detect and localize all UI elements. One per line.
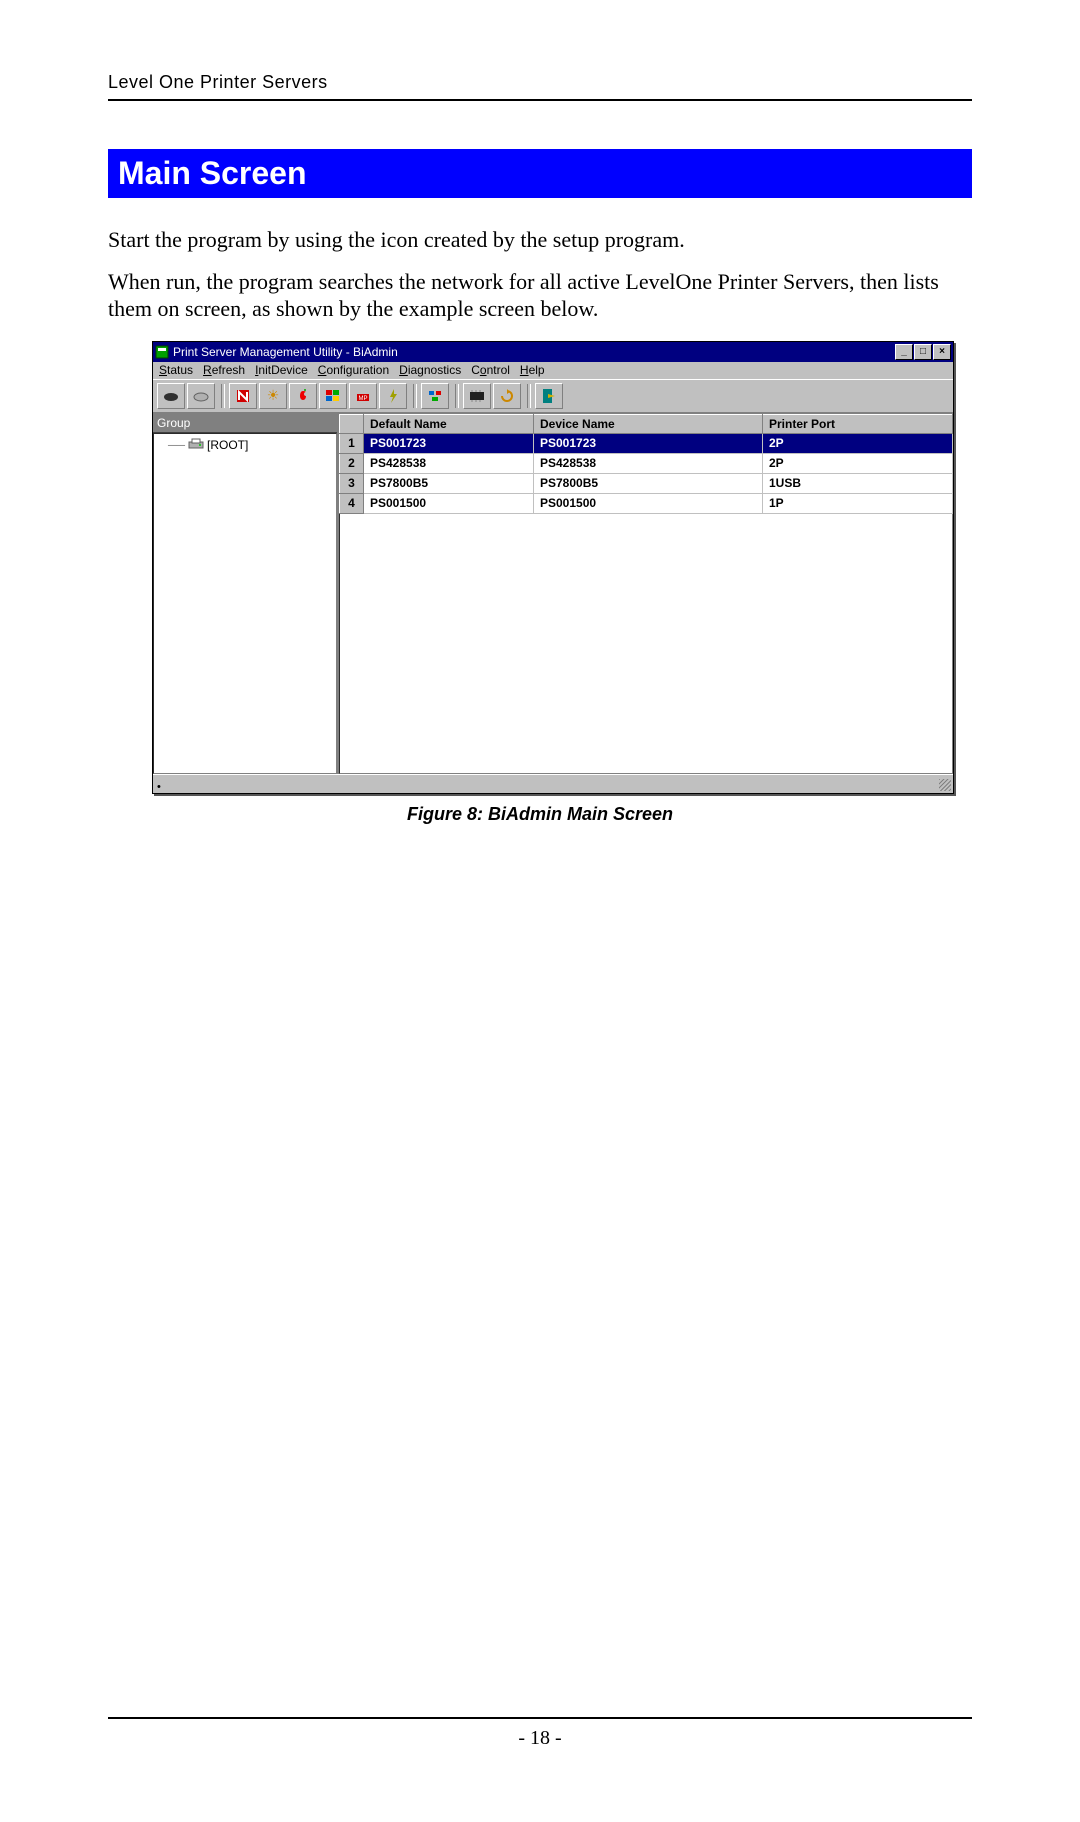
app-icon	[155, 345, 169, 359]
row-number: 4	[340, 493, 364, 513]
svg-text:MP: MP	[359, 396, 368, 402]
maximize-button[interactable]: □	[914, 344, 932, 360]
menu-refresh[interactable]: Refresh	[203, 363, 245, 377]
apple-icon[interactable]	[289, 383, 317, 409]
col-printer-port[interactable]: Printer Port	[763, 414, 953, 433]
footer-rule	[108, 1717, 972, 1719]
row-number: 2	[340, 453, 364, 473]
tree-root-node[interactable]: ── [ROOT]	[160, 438, 330, 453]
cell-default-name: PS001723	[364, 433, 534, 453]
list-empty-area	[339, 514, 953, 774]
device-list-pane: Default Name Device Name Printer Port 1 …	[339, 414, 953, 774]
cell-printer-port: 1P	[763, 493, 953, 513]
table-row[interactable]: 2 PS428538 PS428538 2P	[340, 453, 953, 473]
group-tree[interactable]: ── [ROOT]	[153, 433, 337, 774]
menu-diagnostics[interactable]: Diagnostics	[399, 363, 461, 377]
window-title: Print Server Management Utility - BiAdmi…	[173, 345, 895, 359]
table-row[interactable]: 1 PS001723 PS001723 2P	[340, 433, 953, 453]
col-default-name[interactable]: Default Name	[364, 414, 534, 433]
menu-configuration[interactable]: Configuration	[318, 363, 389, 377]
toolbar-sep-1	[221, 384, 225, 408]
menu-control[interactable]: Control	[471, 363, 510, 377]
row-number: 3	[340, 473, 364, 493]
section-title: Main Screen	[108, 149, 972, 198]
cell-printer-port: 2P	[763, 433, 953, 453]
cell-device-name: PS428538	[534, 453, 763, 473]
port-icon[interactable]	[421, 383, 449, 409]
close-button[interactable]: ×	[933, 344, 951, 360]
row-number: 1	[340, 433, 364, 453]
group-tree-header: Group	[153, 414, 337, 433]
title-bar[interactable]: Print Server Management Utility - BiAdmi…	[153, 342, 953, 362]
exit-icon[interactable]	[535, 383, 563, 409]
group-tree-pane: Group ── [ROOT]	[153, 414, 339, 774]
client-area: Group ── [ROOT] Default Name	[153, 413, 953, 774]
device-table[interactable]: Default Name Device Name Printer Port 1 …	[339, 414, 953, 514]
toolbar-sep-3	[455, 384, 459, 408]
col-device-name[interactable]: Device Name	[534, 414, 763, 433]
paragraph-2: When run, the program searches the netwo…	[108, 268, 972, 323]
cell-default-name: PS428538	[364, 453, 534, 473]
menu-initdevice[interactable]: InitDevice	[255, 363, 308, 377]
figure-caption: Figure 8: BiAdmin Main Screen	[108, 804, 972, 825]
cell-default-name: PS001500	[364, 493, 534, 513]
printer-icon	[188, 438, 204, 453]
biadmin-window: Print Server Management Utility - BiAdmi…	[152, 341, 954, 794]
snmp-icon[interactable]: MP	[349, 383, 377, 409]
toolbar: ☀ MP	[153, 379, 953, 413]
cell-printer-port: 1USB	[763, 473, 953, 493]
sun-icon[interactable]: ☀	[259, 383, 287, 409]
menu-bar: Status Refresh InitDevice Configuration …	[153, 362, 953, 379]
header-rule	[108, 99, 972, 101]
menu-status[interactable]: Status	[159, 363, 193, 377]
cell-default-name: PS7800B5	[364, 473, 534, 493]
col-rownum[interactable]	[340, 414, 364, 433]
netware-icon[interactable]	[229, 383, 257, 409]
device-dark-icon[interactable]	[157, 383, 185, 409]
refresh-icon[interactable]	[493, 383, 521, 409]
status-left-mark: •	[157, 781, 161, 793]
menu-help[interactable]: Help	[520, 363, 545, 377]
minimize-button[interactable]: _	[895, 344, 913, 360]
table-row[interactable]: 3 PS7800B5 PS7800B5 1USB	[340, 473, 953, 493]
device-light-icon[interactable]	[187, 383, 215, 409]
paragraph-1: Start the program by using the icon crea…	[108, 226, 972, 254]
cell-device-name: PS001500	[534, 493, 763, 513]
page-number: - 18 -	[108, 1727, 972, 1750]
flash-icon[interactable]	[379, 383, 407, 409]
running-header: Level One Printer Servers	[108, 72, 972, 99]
cell-printer-port: 2P	[763, 453, 953, 473]
resize-grip-icon[interactable]	[939, 779, 951, 791]
tree-connector: ──	[168, 438, 185, 452]
tree-root-label: [ROOT]	[207, 438, 248, 452]
table-row[interactable]: 4 PS001500 PS001500 1P	[340, 493, 953, 513]
status-bar: •	[153, 774, 953, 793]
chip-icon[interactable]	[463, 383, 491, 409]
toolbar-sep-4	[527, 384, 531, 408]
toolbar-sep-2	[413, 384, 417, 408]
cell-device-name: PS001723	[534, 433, 763, 453]
windows-icon[interactable]	[319, 383, 347, 409]
cell-device-name: PS7800B5	[534, 473, 763, 493]
